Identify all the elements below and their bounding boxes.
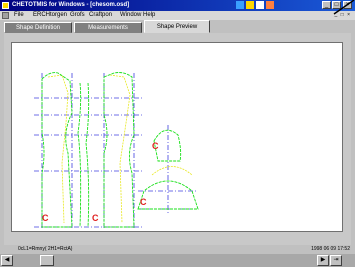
tray-icon-2[interactable] (246, 1, 254, 9)
menu-craftpon[interactable]: Craftpon (89, 11, 112, 20)
status-datetime: 1998 06 09 17:52 (311, 246, 350, 252)
cut-lines (41, 72, 199, 228)
seam-lines (47, 74, 193, 224)
pattern-preview-canvas[interactable]: C C C C (11, 42, 343, 232)
menu-window[interactable]: Window (120, 11, 141, 20)
title-bar: CHETOTMIS for Windows - [chesom.osd] _ □… (0, 0, 355, 11)
menu-help[interactable]: Help (143, 11, 155, 20)
menu-grofs[interactable]: Grofs (70, 11, 85, 20)
status-bar: 0cL1=Rmny( 2H1=RctA) 1998 06 09 17:52 (0, 245, 355, 254)
marker-front: C (92, 213, 99, 223)
tab-shape-preview[interactable]: Shape Preview (144, 20, 210, 33)
status-coordinates: 0cL1=Rmny( 2H1=RctA) (18, 246, 73, 252)
app-icon (2, 2, 9, 9)
tray-icon-3[interactable] (256, 1, 264, 9)
menu-bar: File ERCHtorgen Grofs Craftpon Window He… (0, 11, 355, 20)
guide-lines (34, 73, 198, 228)
scroll-left-button[interactable]: ◀ (1, 255, 13, 266)
marker-collar: C (140, 197, 147, 207)
horizontal-scrollbar[interactable]: ◀ ▶ ⇥ (0, 254, 355, 267)
marker-sleeve: C (152, 141, 159, 151)
window-title: CHETOTMIS for Windows - [chesom.osd] (12, 2, 130, 8)
tab-measurements[interactable]: Measurements (74, 22, 142, 33)
scroll-end-button[interactable]: ⇥ (330, 255, 342, 266)
menu-file[interactable]: File (14, 11, 24, 20)
pointer-arrow-icon (333, 0, 355, 15)
marker-back: C (42, 213, 49, 223)
pattern-drawing: C C C C (34, 72, 199, 228)
tray-icon-4[interactable] (266, 1, 274, 9)
scroll-right-button[interactable]: ▶ (317, 255, 329, 266)
tab-shape-definition[interactable]: Shape Definition (4, 22, 72, 33)
tray-icons (236, 1, 274, 10)
tab-row: Shape Definition Measurements Shape Prev… (0, 20, 355, 33)
tray-icon-1[interactable] (236, 1, 244, 9)
piece-markers: C C C C (42, 141, 159, 223)
scroll-thumb[interactable] (40, 255, 54, 266)
menu-erchtorgen[interactable]: ERCHtorgen (33, 11, 67, 20)
document-icon[interactable] (2, 12, 9, 19)
